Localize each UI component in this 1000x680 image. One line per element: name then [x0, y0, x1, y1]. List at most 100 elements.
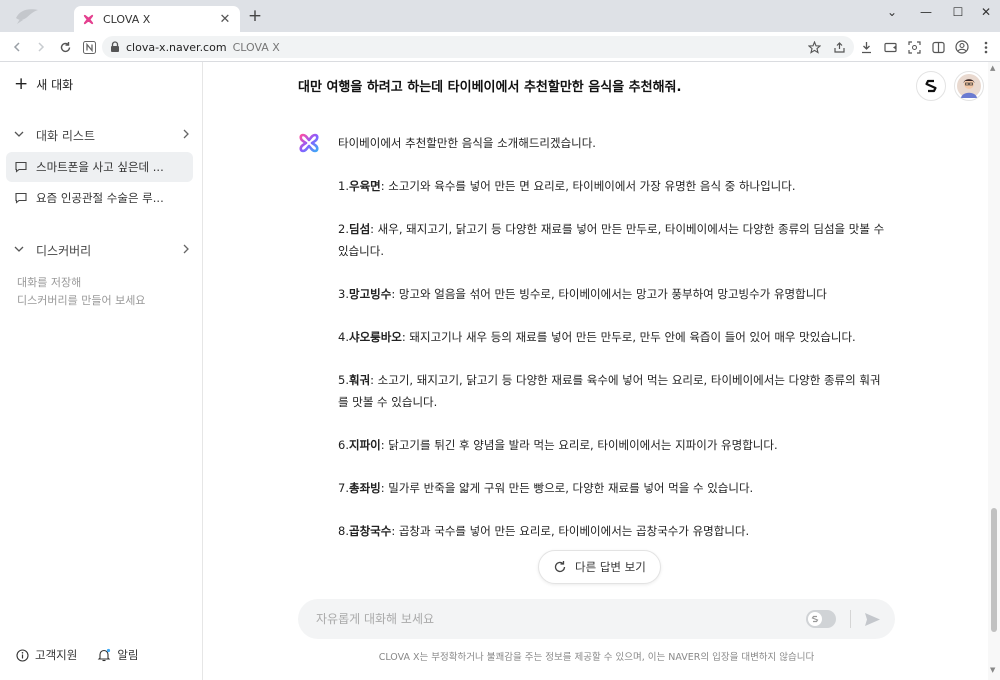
maximize-icon[interactable]: ☐	[946, 4, 970, 20]
back-icon[interactable]	[8, 38, 26, 56]
item-number: 1.	[338, 179, 349, 193]
answer-item: 6.지파이: 닭고기를 튀긴 후 양념을 발라 먹는 요리로, 타이베이에서는 …	[338, 434, 888, 456]
naver-icon[interactable]	[80, 38, 98, 56]
skills-toggle[interactable]	[806, 610, 836, 628]
url-page-title: CLOVA X	[232, 40, 280, 54]
item-number: 2.	[338, 222, 349, 236]
chat-bubble-icon	[15, 192, 27, 204]
input-divider	[850, 610, 851, 628]
browser-tab[interactable]: CLOVA X ✕	[74, 6, 240, 32]
skill-s-icon	[925, 79, 937, 93]
disclaimer-text: CLOVA X는 부정확하거나 불쾌감을 주는 정보를 제공할 수 있으며, 이…	[378, 652, 815, 663]
reload-icon[interactable]	[56, 38, 74, 56]
address-bar[interactable]: clova-x.naver.com CLOVA X	[102, 36, 854, 58]
bookmark-star-icon[interactable]	[808, 40, 821, 54]
chat-input-box	[298, 599, 895, 639]
new-chat-button[interactable]: + 새 대화	[14, 74, 73, 94]
item-number: 5.	[338, 373, 349, 387]
answer-item: 3.망고빙수: 망고와 얼음을 섞어 만든 빙수로, 타이베이에서는 망고가 풍…	[338, 283, 888, 305]
chat-input[interactable]	[316, 612, 806, 626]
support-link[interactable]: 고객지원	[16, 647, 77, 663]
item-number: 8.	[338, 524, 349, 538]
answer-item: 4.샤오룽바오: 돼지고기나 새우 등의 재료를 넣어 만든 만두로, 만두 안…	[338, 326, 888, 348]
scrollbar-thumb[interactable]	[991, 508, 997, 632]
notifications-label: 알림	[117, 648, 139, 662]
item-name: 우육면	[348, 179, 381, 193]
profile-icon[interactable]	[954, 39, 970, 55]
item-name: 샤오룽바오	[348, 330, 402, 344]
chat-list-item-active[interactable]: 스마트폰을 사고 싶은데 ...	[6, 152, 193, 182]
url-host: clova-x.naver.com	[126, 40, 227, 54]
item-name: 훠궈	[348, 373, 371, 387]
browser-toolbar: clova-x.naver.com CLOVA X	[0, 32, 1000, 62]
chat-list-header[interactable]: 대화 리스트	[14, 125, 190, 145]
item-number: 7.	[338, 481, 349, 495]
bell-icon	[98, 648, 111, 662]
item-name: 총좌빙	[348, 481, 381, 495]
item-name: 곱창국수	[348, 524, 392, 538]
scroll-down-icon[interactable]: ▼	[990, 666, 995, 674]
item-number: 3.	[338, 287, 349, 301]
support-label: 고객지원	[35, 648, 78, 662]
screenshot-icon[interactable]	[906, 39, 922, 55]
minimize-icon[interactable]: —	[914, 4, 938, 20]
close-window-icon[interactable]: ✕	[974, 4, 998, 20]
answer-intro: 타이베이에서 추천할만한 음식을 소개해드리겠습니다.	[338, 136, 596, 150]
item-description: : 망고와 얼음을 섞어 만든 빙수로, 타이베이에서는 망고가 풍부하여 망고…	[391, 287, 827, 301]
plus-icon: +	[14, 74, 29, 94]
skills-button[interactable]	[916, 71, 946, 101]
tab-search-icon[interactable]: ⌄	[880, 4, 904, 20]
chevron-down-icon	[14, 130, 28, 141]
discovery-empty-line-1: 대화를 저장해	[17, 276, 82, 289]
scrollbar[interactable]: ▲ ▼	[988, 62, 1000, 680]
download-icon[interactable]	[858, 39, 874, 55]
tab-title: CLOVA X	[103, 12, 151, 26]
chat-list-item[interactable]: 요즘 인공관절 수술은 루...	[6, 183, 193, 213]
answer-item: 1.우육면: 소고기와 육수를 넣어 만든 면 요리로, 타이베이에서 가장 유…	[338, 175, 888, 197]
discovery-empty-message: 대화를 저장해 디스커버리를 만들어 보세요	[17, 274, 145, 310]
scroll-up-icon[interactable]: ▲	[990, 64, 995, 72]
item-name: 지파이	[348, 438, 381, 452]
answer-item: 8.곱창국수: 곱창과 국수를 넣어 만든 요리로, 타이베이에서는 곱창국수가…	[338, 520, 888, 542]
share-icon[interactable]	[833, 41, 846, 54]
chat-item-label: 요즘 인공관절 수술은 루...	[36, 191, 164, 205]
chevron-right-icon[interactable]	[183, 128, 190, 142]
discovery-header[interactable]: 디스커버리	[14, 240, 190, 260]
cast-icon[interactable]	[882, 39, 898, 55]
user-avatar[interactable]	[954, 71, 984, 101]
notifications-link[interactable]: 알림	[97, 647, 139, 663]
tab-close-icon[interactable]: ✕	[218, 12, 232, 27]
conversation-title: 대만 여행을 하려고 하는데 타이베이에서 추천할만한 음식을 추천해줘.	[298, 80, 682, 95]
bird-logo-icon	[16, 9, 38, 24]
refresh-icon	[554, 561, 566, 573]
new-tab-button[interactable]: +	[246, 8, 264, 26]
info-icon	[16, 648, 29, 662]
clova-x-logo-icon	[299, 133, 319, 153]
answer-item: 5.훠궈: 소고기, 돼지고기, 닭고기 등 다양한 재료를 육수에 넣어 먹는…	[338, 369, 888, 413]
regenerate-button[interactable]: 다른 답변 보기	[538, 550, 661, 584]
item-description: : 새우, 돼지고기, 닭고기 등 다양한 재료를 넣어 만든 만두로, 타이베…	[338, 222, 885, 258]
item-number: 6.	[338, 438, 349, 452]
chevron-down-icon	[14, 245, 28, 256]
item-description: : 닭고기를 튀긴 후 양념을 발라 먹는 요리로, 타이베이에서는 지파이가 …	[380, 438, 778, 452]
item-description: : 밀가루 반죽을 얇게 구워 만든 빵으로, 다양한 재료를 넣어 먹을 수 …	[380, 481, 754, 495]
answer-item: 7.총좌빙: 밀가루 반죽을 얇게 구워 만든 빵으로, 다양한 재료를 넣어 …	[338, 477, 888, 499]
browser-menu-icon[interactable]	[978, 39, 994, 55]
send-button[interactable]	[863, 610, 881, 628]
side-panel-icon[interactable]	[930, 39, 946, 55]
item-name: 망고빙수	[348, 287, 392, 301]
answer-item: 2.딤섬: 새우, 돼지고기, 닭고기 등 다양한 재료를 넣어 만든 만두로,…	[338, 218, 888, 262]
chevron-right-icon[interactable]	[183, 243, 190, 257]
new-chat-label: 새 대화	[36, 77, 74, 92]
forward-icon[interactable]	[32, 38, 50, 56]
sidebar-footer: 고객지원 알림	[16, 647, 159, 663]
avatar-icon	[957, 74, 981, 98]
regenerate-label: 다른 답변 보기	[575, 560, 646, 574]
item-name: 딤섬	[348, 222, 371, 236]
chat-item-label: 스마트폰을 사고 싶은데 ...	[36, 160, 164, 174]
send-icon	[864, 612, 880, 626]
item-description: : 소고기, 돼지고기, 닭고기 등 다양한 재료를 육수에 넣어 먹는 요리로…	[338, 373, 881, 409]
sidebar: + 새 대화 대화 리스트 스마트폰을 사고 싶은데 ... 요즘 인공관절 수…	[0, 62, 203, 680]
main-panel: 대만 여행을 하려고 하는데 타이베이에서 추천할만한 음식을 추천해줘. 타이…	[204, 62, 1000, 680]
discovery-label: 디스커버리	[36, 243, 92, 258]
